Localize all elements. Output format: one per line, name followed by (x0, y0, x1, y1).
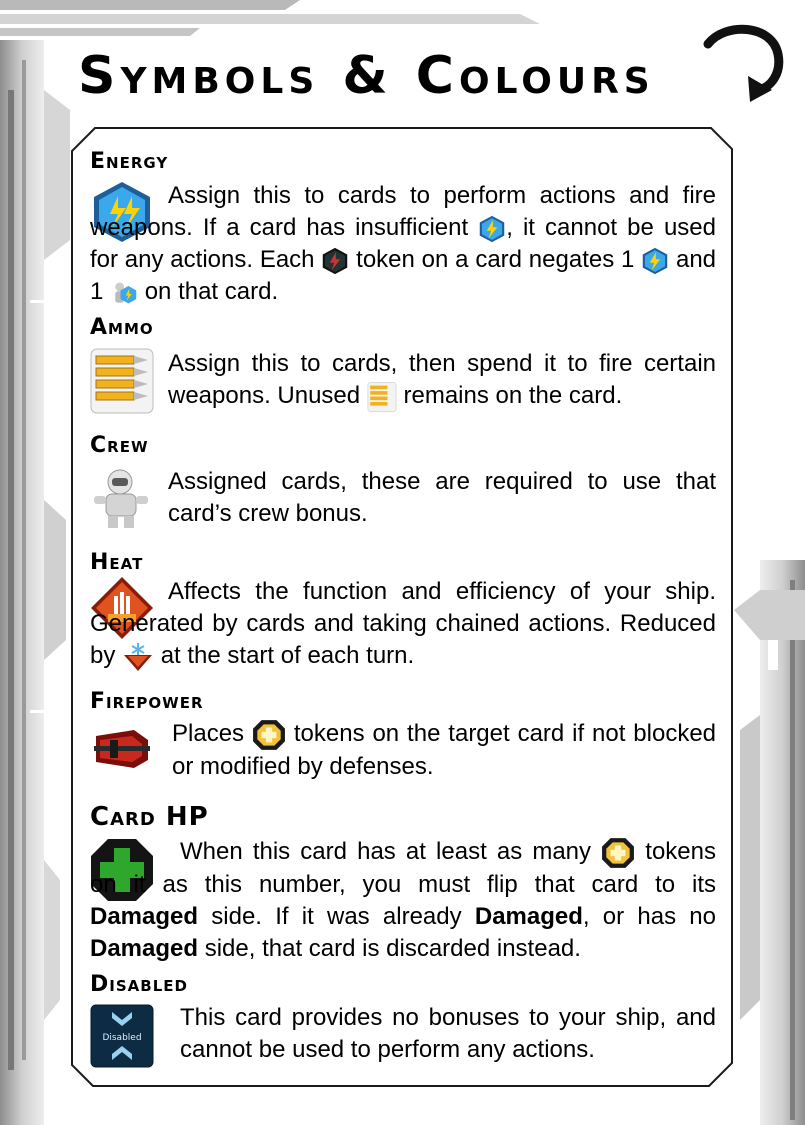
disabled-heading: Disabled (90, 972, 188, 997)
card-hp-heading: Card HP (90, 802, 209, 832)
ammo-text: Assign this to cards, then spend it to f… (168, 348, 716, 412)
firepower-text: Places tokens on the target card if not … (172, 719, 717, 780)
crew-energy-icon (115, 282, 137, 304)
page-title: Symbols & Colours (78, 46, 655, 106)
ammo-inline-icon (367, 381, 397, 412)
crew-text: Assigned cards, these are required to us… (168, 468, 716, 527)
energy-inline-icon (479, 215, 505, 242)
firepower-icon (94, 730, 150, 768)
card-hp-text: When this card has at least as many toke… (90, 837, 716, 962)
energy-heading: Energy (90, 149, 169, 174)
cooling-icon (124, 642, 153, 671)
energy-inline-icon (642, 247, 668, 274)
disabled-text: This card provides no bonuses to your sh… (180, 1004, 716, 1063)
disabled-icon-label: Disabled (102, 1033, 141, 1043)
disabled-icon: Disabled (90, 1004, 154, 1068)
crew-astronaut-icon (94, 469, 148, 528)
heat-heading: Heat (90, 550, 144, 575)
curved-arrow-icon (703, 24, 784, 102)
drain-token-icon (323, 247, 348, 274)
ammo-icon (90, 348, 154, 414)
damage-token-icon (253, 719, 285, 750)
firepower-heading: Firepower (90, 689, 204, 714)
crew-heading: Crew (90, 433, 149, 458)
ammo-heading: Ammo (90, 315, 154, 340)
damage-token-icon (602, 837, 635, 868)
energy-text: Assign this to cards to perform actions … (90, 182, 717, 305)
heat-text: Affects the function and efficiency of y… (90, 576, 716, 673)
